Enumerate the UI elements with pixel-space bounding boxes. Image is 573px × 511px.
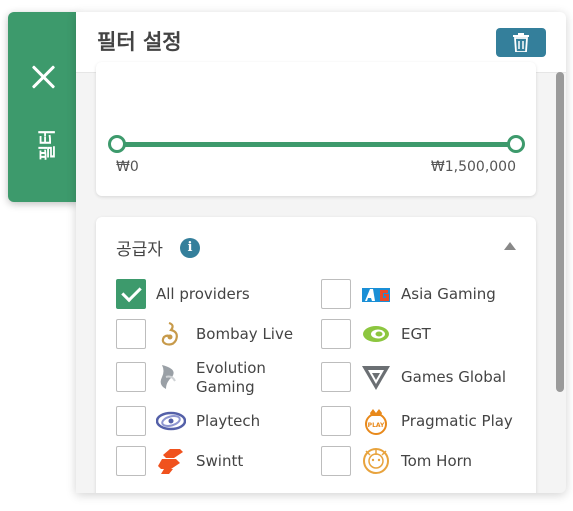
filter-panel: 필터 설정 ₩0 ₩1,500,000 공급자 i All providers xyxy=(76,12,566,493)
checkbox[interactable] xyxy=(321,446,351,476)
provider-games-global[interactable]: Games Global xyxy=(321,362,521,392)
svg-text:PLAY: PLAY xyxy=(368,422,385,429)
provider-label: Asia Gaming xyxy=(401,285,496,303)
provider-swintt[interactable]: Swintt xyxy=(116,446,306,476)
checkbox[interactable] xyxy=(116,362,146,392)
price-min-label: ₩0 xyxy=(116,159,139,175)
collapse-arrow-icon[interactable] xyxy=(504,242,516,250)
provider-label: Games Global xyxy=(401,368,507,386)
provider-playtech[interactable]: Playtech xyxy=(116,406,306,436)
provider-evolution-gaming[interactable]: Evolution Gaming xyxy=(116,359,306,396)
checkbox[interactable] xyxy=(321,406,351,436)
trash-icon xyxy=(513,33,529,52)
checkbox[interactable] xyxy=(321,362,351,392)
price-slider-min-handle[interactable] xyxy=(108,135,126,153)
egt-logo-icon xyxy=(363,326,389,342)
filter-tab-label: 필터 xyxy=(38,129,58,161)
swintt-logo-icon xyxy=(158,449,183,474)
provider-all[interactable]: All providers xyxy=(116,279,306,309)
checkbox[interactable] xyxy=(116,446,146,476)
provider-label: EGT xyxy=(401,325,431,343)
checkbox[interactable] xyxy=(321,319,351,349)
asia-gaming-logo-icon xyxy=(362,288,390,302)
provider-label: Evolution Gaming xyxy=(196,359,266,396)
provider-label: All providers xyxy=(156,285,250,303)
checkbox[interactable] xyxy=(321,279,351,309)
bombay-live-logo-icon xyxy=(161,321,178,346)
provider-label: Playtech xyxy=(196,412,261,430)
playtech-logo-icon xyxy=(156,411,186,431)
filter-tab[interactable]: 필터 xyxy=(8,12,78,202)
providers-card: 공급자 i All providers Asia Gaming Bombay L… xyxy=(96,217,536,493)
price-max-label: ₩1,500,000 xyxy=(430,159,516,175)
checkbox[interactable] xyxy=(116,406,146,436)
close-icon[interactable] xyxy=(30,64,56,90)
provider-bombay-live[interactable]: Bombay Live xyxy=(116,319,306,349)
provider-label: Swintt xyxy=(196,452,244,470)
provider-label: Tom Horn xyxy=(401,452,473,470)
info-icon[interactable]: i xyxy=(180,238,200,258)
provider-egt[interactable]: EGT xyxy=(321,319,521,349)
panel-title: 필터 설정 xyxy=(97,30,182,54)
provider-pragmatic-play[interactable]: PLAY Pragmatic Play xyxy=(321,406,521,436)
checkbox[interactable] xyxy=(116,279,146,309)
games-global-logo-icon xyxy=(362,366,390,390)
tom-horn-logo-icon xyxy=(363,448,389,474)
price-range-card: ₩0 ₩1,500,000 xyxy=(96,62,536,196)
checkbox[interactable] xyxy=(116,319,146,349)
providers-header: 공급자 xyxy=(116,240,163,260)
clear-filters-button[interactable] xyxy=(496,28,546,57)
evolution-gaming-logo-icon xyxy=(160,365,176,389)
provider-tom-horn[interactable]: Tom Horn xyxy=(321,446,521,476)
panel-scrollbar[interactable] xyxy=(556,72,564,392)
provider-label: Bombay Live xyxy=(196,325,294,343)
provider-label: Pragmatic Play xyxy=(401,412,513,430)
price-slider-max-handle[interactable] xyxy=(507,135,525,153)
provider-asia-gaming[interactable]: Asia Gaming xyxy=(321,279,521,309)
price-slider-track[interactable] xyxy=(116,142,516,147)
pragmatic-play-logo-icon: PLAY xyxy=(365,409,387,435)
